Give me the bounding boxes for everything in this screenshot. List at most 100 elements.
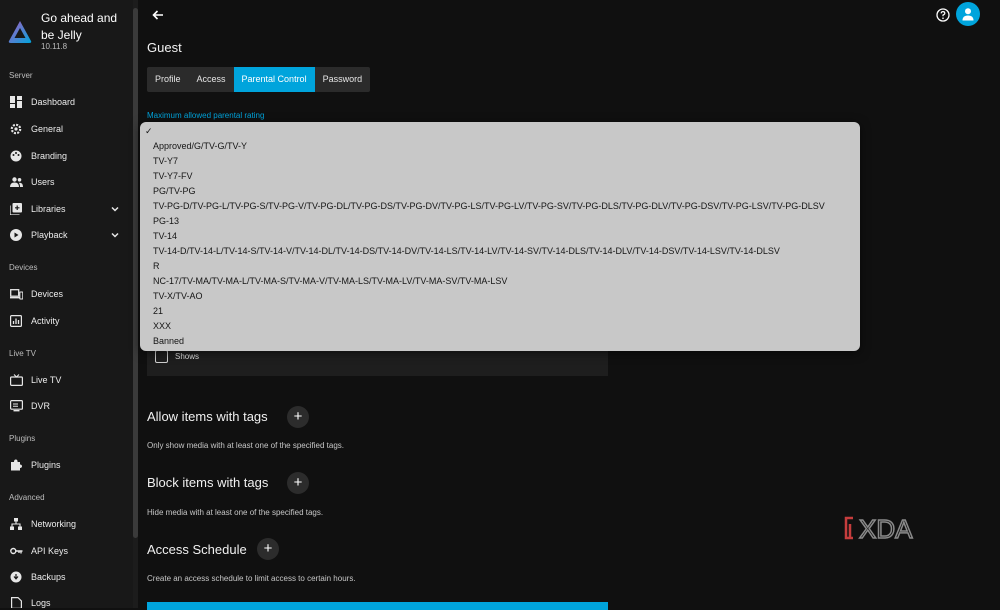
sidebar-item-live-tv[interactable]: Live TV xyxy=(0,368,133,392)
sidebar-item-label: Activity xyxy=(31,316,60,326)
page-title: Guest xyxy=(147,40,182,55)
devices-icon xyxy=(9,287,23,301)
section-server: Server xyxy=(9,71,33,80)
plus-icon: + xyxy=(293,474,303,491)
sidebar-item-dvr[interactable]: DVR xyxy=(0,394,133,418)
allow-tags-description: Only show media with at least one of the… xyxy=(147,441,344,450)
sidebar-item-label: API Keys xyxy=(31,546,69,556)
sidebar-item-backups[interactable]: Backups xyxy=(0,565,133,589)
gear-icon xyxy=(9,122,23,136)
sidebar-item-label: Plugins xyxy=(31,460,61,470)
add-schedule-button[interactable]: + xyxy=(257,538,279,560)
puzzle-icon xyxy=(9,458,23,472)
dropdown-option[interactable]: TV-14 xyxy=(153,231,177,241)
sidebar-item-label: Live TV xyxy=(31,375,62,385)
sidebar-item-label: Users xyxy=(31,177,55,187)
dropdown-option[interactable]: TV-14-D/TV-14-L/TV-14-S/TV-14-V/TV-14-DL… xyxy=(153,246,780,256)
sidebar-item-devices[interactable]: Devices xyxy=(0,282,133,306)
palette-icon xyxy=(9,149,23,163)
activity-icon xyxy=(9,314,23,328)
sidebar-item-label: Dashboard xyxy=(31,97,76,107)
sidebar-item-libraries[interactable]: Libraries xyxy=(0,197,133,221)
sidebar-item-plugins[interactable]: Plugins xyxy=(0,453,133,477)
sidebar-item-label: Libraries xyxy=(31,204,66,214)
sidebar-item-users[interactable]: Users xyxy=(0,170,133,194)
sidebar-item-networking[interactable]: Networking xyxy=(0,512,133,536)
add-block-tag-button[interactable]: + xyxy=(287,472,309,494)
access-schedule-title: Access Schedule xyxy=(147,542,247,557)
xda-watermark-logo: XDA xyxy=(844,513,914,544)
logs-icon xyxy=(9,596,23,608)
dropdown-option[interactable]: TV-PG-D/TV-PG-L/TV-PG-S/TV-PG-V/TV-PG-DL… xyxy=(153,201,825,211)
tab-access[interactable]: Access xyxy=(189,67,234,92)
dropdown-option[interactable]: PG-13 xyxy=(153,216,179,226)
shows-checkbox[interactable] xyxy=(155,350,168,363)
allow-tags-title: Allow items with tags xyxy=(147,409,268,424)
play-icon xyxy=(9,228,23,242)
tab-password[interactable]: Password xyxy=(315,67,371,92)
sidebar-item-label: Playback xyxy=(31,230,68,240)
sidebar-item-label: Logs xyxy=(31,598,51,608)
xda-watermark-text: XDA xyxy=(859,514,913,544)
tab-profile[interactable]: Profile xyxy=(147,67,189,92)
app-version: 10.11.8 xyxy=(41,42,68,51)
sidebar: Go ahead and be Jelly 10.11.8 Server Das… xyxy=(0,0,133,608)
dropdown-option[interactable]: XXX xyxy=(153,321,171,331)
users-icon xyxy=(9,175,23,189)
block-tags-description: Hide media with at least one of the spec… xyxy=(147,508,324,517)
chevron-down-icon xyxy=(111,232,119,238)
access-schedule-description: Create an access schedule to limit acces… xyxy=(147,574,356,583)
sidebar-item-label: Devices xyxy=(31,289,64,299)
dropdown-option[interactable]: Banned xyxy=(153,336,184,346)
sidebar-item-activity[interactable]: Activity xyxy=(0,309,133,333)
sidebar-item-label: Backups xyxy=(31,572,66,582)
user-avatar-button[interactable] xyxy=(956,2,980,26)
dropdown-option[interactable]: NC-17/TV-MA/TV-MA-L/TV-MA-S/TV-MA-V/TV-M… xyxy=(153,276,507,286)
key-icon xyxy=(9,544,23,558)
help-icon[interactable] xyxy=(936,8,950,22)
sidebar-item-label: Networking xyxy=(31,519,77,529)
library-icon xyxy=(9,202,23,216)
jellyfin-logo-icon xyxy=(8,21,32,43)
dropdown-option[interactable]: 21 xyxy=(153,306,163,316)
dashboard-icon xyxy=(9,95,23,109)
section-live-tv: Live TV xyxy=(9,349,36,358)
sidebar-item-label: DVR xyxy=(31,401,51,411)
sidebar-scrollbar-thumb[interactable] xyxy=(133,8,138,538)
dropdown-option[interactable]: R xyxy=(153,261,160,271)
parental-rating-label: Maximum allowed parental rating xyxy=(147,111,265,120)
sidebar-item-playback[interactable]: Playback xyxy=(0,223,133,247)
dropdown-option[interactable]: Approved/G/TV-G/TV-Y xyxy=(153,141,247,151)
sidebar-item-general[interactable]: General xyxy=(0,117,133,141)
sidebar-item-api-keys[interactable]: API Keys xyxy=(0,539,133,563)
parental-rating-dropdown[interactable]: ✓ Approved/G/TV-G/TV-Y TV-Y7 TV-Y7-FV PG… xyxy=(140,122,860,351)
sidebar-item-label: General xyxy=(31,124,64,134)
add-allow-tag-button[interactable]: + xyxy=(287,406,309,428)
tab-bar: Profile Access Parental Control Password xyxy=(147,67,371,92)
sidebar-item-logs[interactable]: Logs xyxy=(0,591,133,608)
section-devices: Devices xyxy=(9,263,38,272)
section-plugins: Plugins xyxy=(9,434,36,443)
tv-icon xyxy=(9,373,23,387)
plus-icon: + xyxy=(263,540,273,557)
sidebar-item-branding[interactable]: Branding xyxy=(0,144,133,168)
user-icon xyxy=(962,8,974,21)
save-button[interactable] xyxy=(147,602,608,610)
sidebar-item-dashboard[interactable]: Dashboard xyxy=(0,90,133,114)
shows-checkbox-label: Shows xyxy=(175,352,200,361)
back-arrow-icon[interactable] xyxy=(150,7,166,23)
check-icon: ✓ xyxy=(145,126,153,136)
section-advanced: Advanced xyxy=(9,493,45,502)
dropdown-option[interactable]: TV-Y7-FV xyxy=(153,171,193,181)
dropdown-option[interactable]: TV-X/TV-AO xyxy=(153,291,203,301)
plus-icon: + xyxy=(293,408,303,425)
chevron-down-icon xyxy=(111,206,119,212)
network-icon xyxy=(9,517,23,531)
dropdown-option[interactable]: TV-Y7 xyxy=(153,156,178,166)
dvr-icon xyxy=(9,399,23,413)
tab-parental-control[interactable]: Parental Control xyxy=(233,67,315,92)
backup-icon xyxy=(9,570,23,584)
dropdown-option[interactable]: PG/TV-PG xyxy=(153,186,196,196)
block-tags-title: Block items with tags xyxy=(147,475,269,490)
sidebar-item-label: Branding xyxy=(31,151,68,161)
